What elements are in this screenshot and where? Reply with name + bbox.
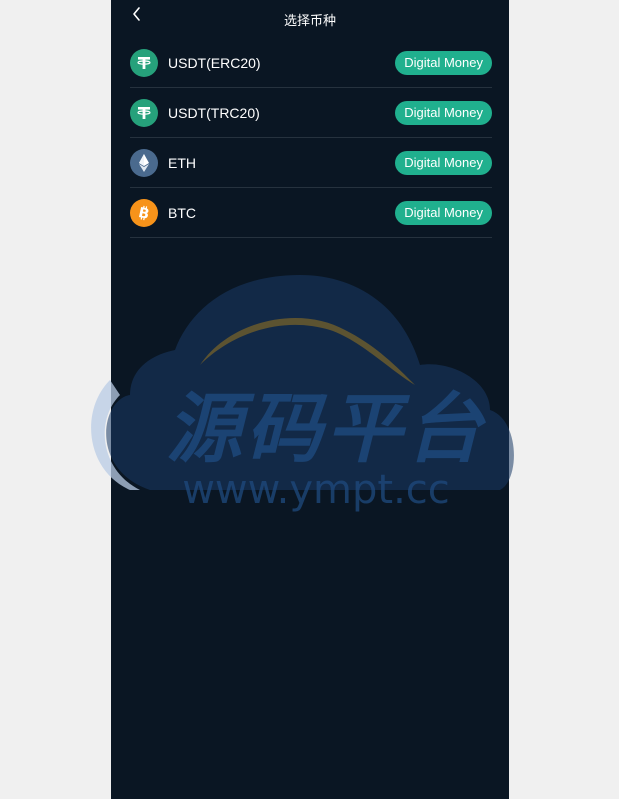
ethereum-icon — [130, 148, 158, 177]
bitcoin-icon: B — [130, 198, 158, 227]
coin-type-badge: Digital Money — [395, 200, 492, 225]
coin-row-btc[interactable]: B BTC Digital Money — [130, 188, 492, 238]
coin-type-badge: Digital Money — [395, 100, 492, 125]
coin-name: USDT(TRC20) — [168, 104, 260, 121]
coin-row-usdt-trc20[interactable]: USDT(TRC20) Digital Money — [130, 88, 492, 138]
coin-name: USDT(ERC20) — [168, 54, 261, 71]
coin-name: ETH — [168, 154, 196, 171]
header: 选择币种 — [111, 0, 509, 38]
coin-row-usdt-erc20[interactable]: USDT(ERC20) Digital Money — [130, 38, 492, 88]
tether-icon — [130, 98, 158, 127]
tether-icon — [130, 48, 158, 77]
coin-row-eth[interactable]: ETH Digital Money — [130, 138, 492, 188]
phone-screen: 选择币种 USDT(ERC20) Digital Money USDT(TRC2… — [111, 0, 509, 799]
page-title: 选择币种 — [283, 13, 336, 28]
coin-type-badge: Digital Money — [395, 150, 492, 175]
coin-name: BTC — [168, 204, 196, 221]
coin-type-badge: Digital Money — [395, 50, 492, 75]
coin-list: USDT(ERC20) Digital Money USDT(TRC20) Di… — [130, 38, 492, 238]
